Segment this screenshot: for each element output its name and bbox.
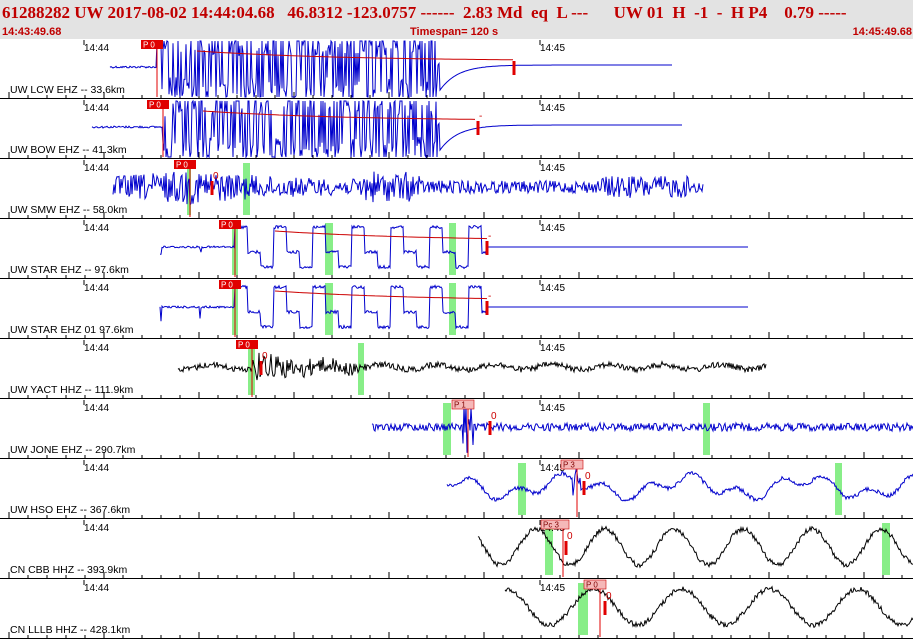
coda-marker <box>488 421 492 435</box>
channel-row: 14:44 14:45 P 0 - UW STAR EHZ 01 97.6km <box>0 280 913 339</box>
coda-curve <box>196 50 513 61</box>
phase-window <box>449 223 456 275</box>
coda-label: 0 <box>262 351 268 362</box>
station-label: UW HSO EHZ -- 367.6km <box>10 504 130 516</box>
station-label: UW YACT HHZ -- 111.9km <box>10 384 134 396</box>
station-label: UW BOW EHZ -- 41.3km <box>10 144 127 156</box>
channel-row: 14:4414:45Pc 30CN CBB HHZ -- 393.9km <box>0 519 913 579</box>
time-label-1444: 14:44 <box>84 463 109 474</box>
time-label-1444: 14:44 <box>84 103 109 114</box>
time-label-1445: 14:45 <box>540 43 565 54</box>
coda-marker <box>485 301 489 315</box>
pick-label: P 3 <box>563 461 575 470</box>
seismogram-panel[interactable]: 14:44 14:45P 0UW LCW EHZ -- 33.6km14:44 14… <box>0 39 913 640</box>
pick-label: P 0 <box>149 101 161 110</box>
waveform <box>504 585 913 629</box>
pick-label: P 1 <box>454 401 466 410</box>
coda-marker <box>259 361 263 375</box>
waveform <box>91 99 682 159</box>
time-label-1444: 14:44 <box>84 163 109 174</box>
phase-window <box>578 583 588 635</box>
header-bar: 61288282 UW 2017-08-02 14:44:04.68 46.83… <box>0 0 913 39</box>
channel-row: 14:44 14:45 P 0 - UW BOW EHZ -- 41.3km <box>0 99 913 159</box>
channel-row: 14:44 14:45P 30UW HSO EHZ -- 367.6km <box>0 459 913 519</box>
coda-marker <box>485 241 489 255</box>
coda-marker <box>210 181 214 195</box>
channel-row: 14:44 14:45 P 0 - UW STAR EHZ -- 97.6km <box>0 220 913 279</box>
time-label-1445: 14:45 <box>540 103 565 114</box>
pick-label: Pc 3 <box>543 521 560 530</box>
coda-marker <box>476 121 480 135</box>
time-label-1445: 14:45 <box>540 403 565 414</box>
timespan-label: Timespan= 120 s <box>410 26 499 38</box>
waveform <box>446 468 913 503</box>
pick-label: P 0 <box>221 281 233 290</box>
time-label-1445: 14:45 <box>540 343 565 354</box>
coda-label: - <box>488 231 491 242</box>
time-label-1444: 14:44 <box>84 343 109 354</box>
time-label-1445: 14:45 <box>540 583 565 594</box>
time-label-1444: 14:44 <box>84 523 109 534</box>
channel-row: 14:44 14:45 P 0 UW LCW EHZ -- 33.6km <box>0 39 913 99</box>
coda-label: 0 <box>491 411 497 422</box>
station-label: UW JONE EHZ -- 290.7km <box>10 444 136 456</box>
time-label-1444: 14:44 <box>84 223 109 234</box>
channel-row: 14:44 14:45 P 1 0 UW JONE EHZ -- 290.7km <box>0 399 913 459</box>
station-label: UW STAR EHZ 01 97.6km <box>10 324 134 336</box>
waveform <box>112 171 704 207</box>
time-label-1445: 14:45 <box>540 163 565 174</box>
coda-label: - <box>479 111 482 122</box>
time-label-1445: 14:45 <box>540 283 565 294</box>
time-label-1445: 14:45 <box>540 223 565 234</box>
coda-marker <box>564 541 568 555</box>
pick-label: P 0 <box>143 41 155 50</box>
channel-row: 14:44 14:45 P 0 0 CN LLLB HHZ -- 428.1km <box>0 579 913 639</box>
channel-row: 14:44 14:45 P 0 0 UW SMW EHZ -- 58.0km <box>0 160 913 219</box>
station-label: UW STAR EHZ -- 97.6km <box>10 264 129 276</box>
coda-marker <box>582 481 586 495</box>
pick-label: P 0 <box>176 161 188 170</box>
coda-curve <box>202 110 476 120</box>
coda-label: 0 <box>567 531 573 542</box>
end-time: 14:45:49.68 <box>852 26 912 38</box>
pick-label: P 0 <box>238 341 250 350</box>
start-time: 14:43:49.68 <box>2 26 62 38</box>
time-label-1444: 14:44 <box>84 403 109 414</box>
coda-label: - <box>488 291 491 302</box>
station-label: CN CBB HHZ -- 393.9km <box>10 564 128 576</box>
coda-label: 0 <box>585 471 591 482</box>
time-label-1444: 14:44 <box>84 583 109 594</box>
coda-marker <box>603 601 607 615</box>
station-label: UW SMW EHZ -- 58.0km <box>10 204 128 216</box>
pick-label: P 0 <box>221 221 233 230</box>
coda-label: 0 <box>213 171 219 182</box>
waveform <box>109 39 672 99</box>
channel-row: 14:44 14:45 P 0 0 UW YACT HHZ -- 111.9km <box>0 340 913 399</box>
station-label: UW LCW EHZ -- 33.6km <box>10 84 125 96</box>
time-label-1444: 14:44 <box>84 43 109 54</box>
event-summary: 61288282 UW 2017-08-02 14:44:04.68 46.83… <box>2 3 847 22</box>
coda-label: 0 <box>606 591 612 602</box>
pick-label: P 0 <box>586 581 598 590</box>
waveform <box>371 405 913 453</box>
station-label: CN LLLB HHZ -- 428.1km <box>10 624 130 636</box>
phase-window <box>449 283 456 335</box>
coda-marker <box>512 61 516 75</box>
time-label-1444: 14:44 <box>84 283 109 294</box>
